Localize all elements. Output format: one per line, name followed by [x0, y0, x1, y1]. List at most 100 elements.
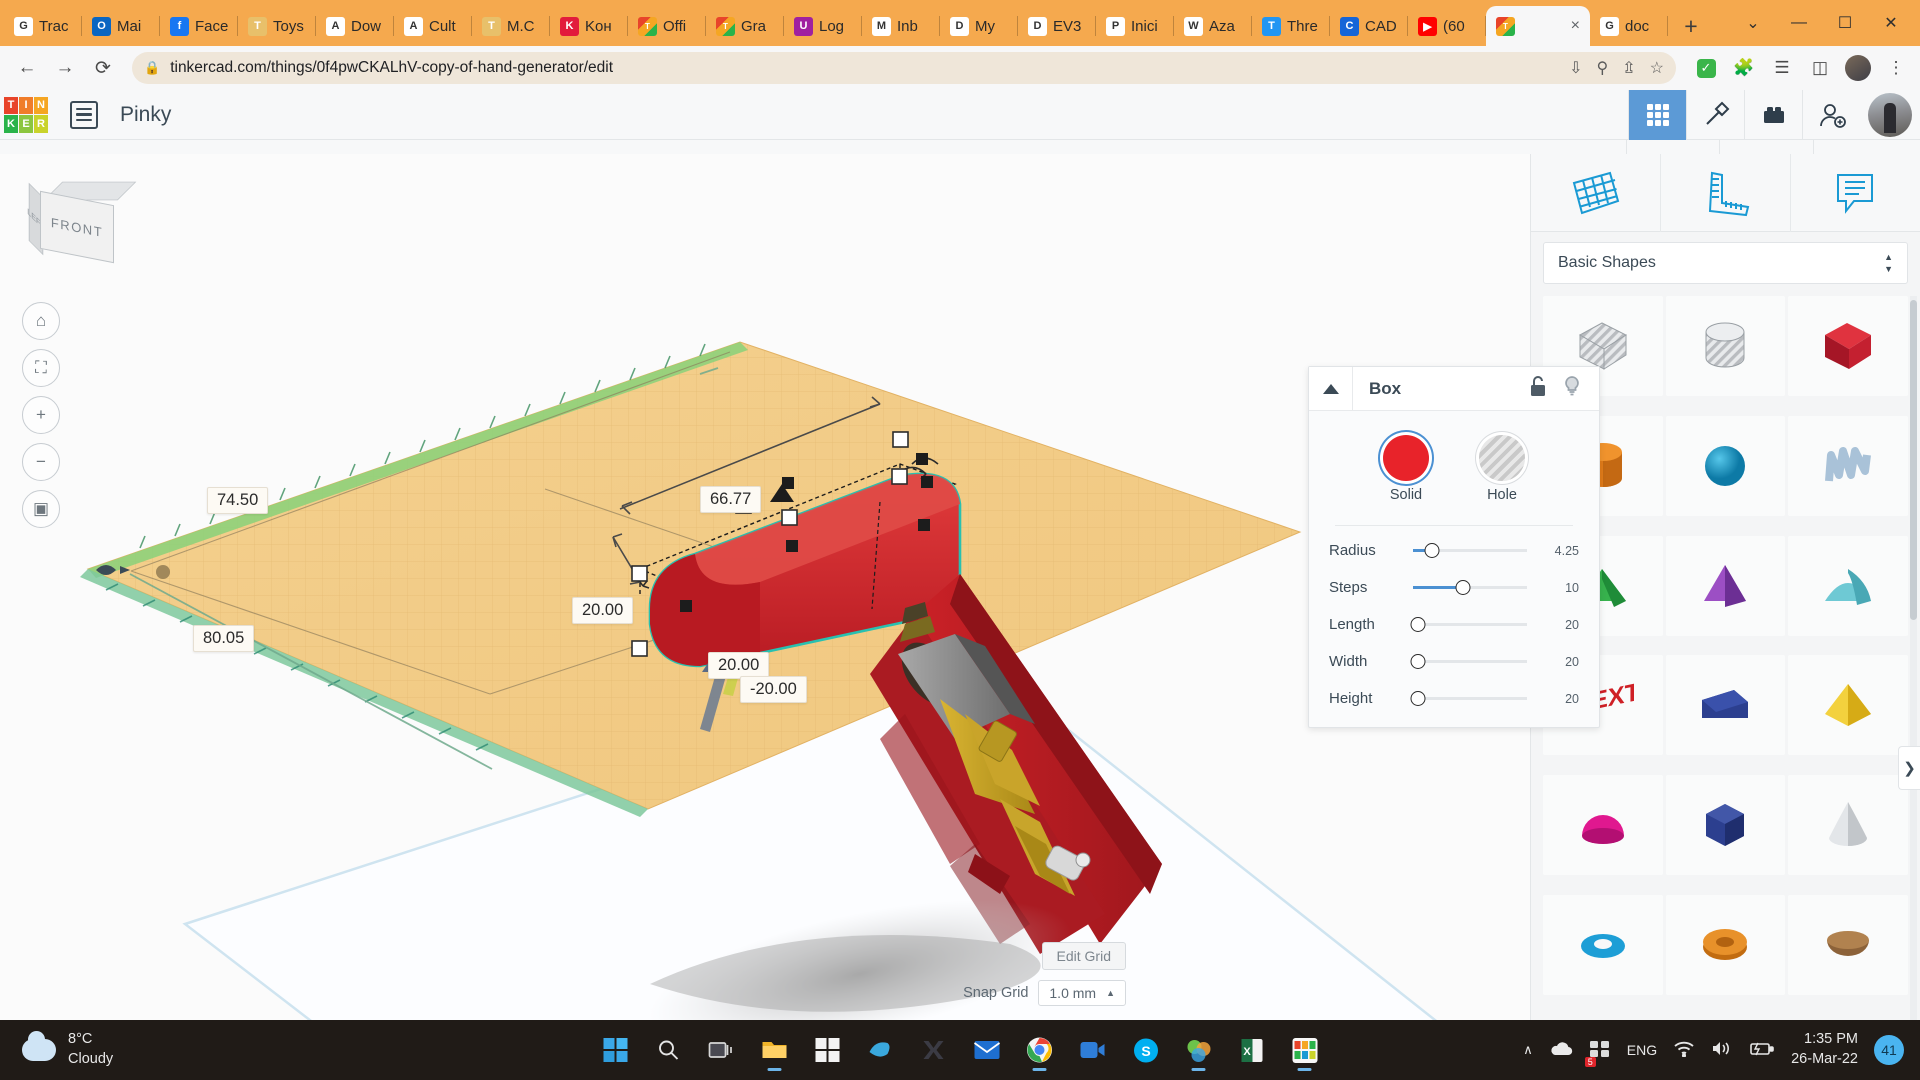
- minimize-button[interactable]: —: [1776, 1, 1822, 45]
- unlocked-padlock-icon[interactable]: [1529, 375, 1547, 402]
- dimension-label[interactable]: 80.05: [193, 625, 254, 652]
- bookmark-star-icon[interactable]: ☆: [1650, 58, 1664, 78]
- weather-widget[interactable]: 8°C Cloudy: [0, 1030, 113, 1069]
- slider-track[interactable]: [1413, 660, 1527, 663]
- wedge-navy-shape[interactable]: [1666, 655, 1786, 755]
- tinkercad-app-icon[interactable]: [1282, 1027, 1328, 1073]
- 3d-canvas[interactable]: LEFT FRONT ⌂ ⛶ + − ▣ 74.5066.7720.0080.0…: [0, 154, 1530, 1020]
- dimension-label[interactable]: 66.77: [700, 486, 761, 513]
- browser-tab[interactable]: PInici: [1096, 6, 1174, 46]
- solid-swatch-option[interactable]: Solid: [1383, 435, 1429, 503]
- task-view-icon[interactable]: [699, 1027, 745, 1073]
- dimension-label[interactable]: 74.50: [207, 487, 268, 514]
- back-button[interactable]: ←: [10, 51, 44, 85]
- video-app-icon[interactable]: [1070, 1027, 1116, 1073]
- excel-icon[interactable]: X: [1229, 1027, 1275, 1073]
- hole-color-swatch[interactable]: [1479, 435, 1525, 481]
- tray-chevron-icon[interactable]: ∧: [1523, 1042, 1533, 1058]
- zoom-in-icon[interactable]: +: [22, 396, 60, 434]
- dolphin-app-icon[interactable]: [858, 1027, 904, 1073]
- brick-blocks-icon[interactable]: [1744, 90, 1802, 140]
- snap-grid-select[interactable]: 1.0 mm ▲: [1038, 980, 1126, 1006]
- slider-track[interactable]: [1413, 549, 1527, 552]
- microsoft-store-icon[interactable]: [805, 1027, 851, 1073]
- photos-icon[interactable]: [1176, 1027, 1222, 1073]
- notification-icon[interactable]: 5: [1589, 1040, 1611, 1061]
- box-red-shape[interactable]: [1788, 296, 1908, 396]
- mail-icon[interactable]: [964, 1027, 1010, 1073]
- hexagon-blue-shape[interactable]: [1666, 775, 1786, 875]
- round-roof-shape[interactable]: [1788, 536, 1908, 636]
- ortho-perspective-icon[interactable]: ▣: [22, 490, 60, 528]
- zoom-icon[interactable]: ⚲: [1597, 58, 1609, 78]
- slider-knob[interactable]: [1410, 691, 1425, 706]
- hole-swatch-option[interactable]: Hole: [1479, 435, 1525, 503]
- shape-grid-scrollbar-thumb[interactable]: [1910, 300, 1917, 620]
- extensions-icon[interactable]: 🧩: [1730, 54, 1758, 82]
- design-menu-button[interactable]: [70, 101, 98, 129]
- browser-tab[interactable]: fFace: [160, 6, 238, 46]
- tray-badge[interactable]: 41: [1874, 1035, 1904, 1065]
- file-explorer-icon[interactable]: [752, 1027, 798, 1073]
- note-callout-icon[interactable]: [1791, 154, 1920, 232]
- add-user-icon[interactable]: [1802, 90, 1860, 140]
- active-tab[interactable]: T×: [1486, 6, 1590, 46]
- maximize-button[interactable]: ☐: [1822, 1, 1868, 45]
- mirror-app-icon[interactable]: [911, 1027, 957, 1073]
- download-icon[interactable]: ⇩: [1569, 58, 1582, 78]
- shape-category-select[interactable]: Basic Shapes ▲▼: [1543, 242, 1908, 284]
- search-icon[interactable]: [646, 1027, 692, 1073]
- clock[interactable]: 1:35 PM 26-Mar-22: [1791, 1030, 1858, 1069]
- view-cube[interactable]: LEFT FRONT: [28, 176, 138, 276]
- new-tab-button[interactable]: +: [1674, 9, 1708, 43]
- profile-avatar-icon[interactable]: [1844, 54, 1872, 82]
- close-window-button[interactable]: ✕: [1868, 1, 1914, 45]
- green-check-icon[interactable]: ✓: [1692, 54, 1720, 82]
- language-indicator[interactable]: ENG: [1627, 1042, 1657, 1058]
- browser-tab[interactable]: ADow: [316, 6, 394, 46]
- codeblocks-hammer-icon[interactable]: [1686, 90, 1744, 140]
- reload-button[interactable]: ⟳: [86, 51, 120, 85]
- start-button-icon[interactable]: [593, 1027, 639, 1073]
- slider-knob[interactable]: [1456, 580, 1471, 595]
- browser-tab[interactable]: DMy: [940, 6, 1018, 46]
- chevron-up-icon[interactable]: [1309, 367, 1353, 411]
- zoom-out-icon[interactable]: −: [22, 443, 60, 481]
- browser-tab[interactable]: Gdoc: [1590, 6, 1668, 46]
- browser-tab[interactable]: CCAD: [1330, 6, 1408, 46]
- browser-tab[interactable]: TOffi: [628, 6, 706, 46]
- browser-tab[interactable]: ACult: [394, 6, 472, 46]
- sphere-blue-shape[interactable]: [1666, 416, 1786, 516]
- slider-knob[interactable]: [1410, 654, 1425, 669]
- browser-tab[interactable]: ULog: [784, 6, 862, 46]
- forward-button[interactable]: →: [48, 51, 82, 85]
- dimension-label[interactable]: -20.00: [740, 676, 807, 703]
- browser-tab[interactable]: TGra: [706, 6, 784, 46]
- home-view-icon[interactable]: ⌂: [22, 302, 60, 340]
- slider-track[interactable]: [1413, 697, 1527, 700]
- tube-orange-shape[interactable]: [1666, 895, 1786, 995]
- chrome-menu-icon[interactable]: ⋮: [1882, 54, 1910, 82]
- speaker-icon[interactable]: [1711, 1040, 1733, 1060]
- browser-tab[interactable]: TM.C: [472, 6, 550, 46]
- slider-knob[interactable]: [1425, 543, 1440, 558]
- dome-magenta-shape[interactable]: [1543, 775, 1663, 875]
- wifi-icon[interactable]: [1673, 1040, 1695, 1060]
- browser-tab[interactable]: DEV3: [1018, 6, 1096, 46]
- browser-tab[interactable]: ▶(60: [1408, 6, 1486, 46]
- browser-tab[interactable]: KKoн: [550, 6, 628, 46]
- dimension-label[interactable]: 20.00: [572, 597, 633, 624]
- cone-grey-shape[interactable]: [1788, 775, 1908, 875]
- half-sphere-brown-shape[interactable]: [1788, 895, 1908, 995]
- torus-blue-shape[interactable]: [1543, 895, 1663, 995]
- browser-tab[interactable]: GTrac: [4, 6, 82, 46]
- chrome-icon[interactable]: [1017, 1027, 1063, 1073]
- pyramid-purple-shape[interactable]: [1666, 536, 1786, 636]
- cylinder-hole-shape[interactable]: [1666, 296, 1786, 396]
- browser-tab[interactable]: MInb: [862, 6, 940, 46]
- battery-charging-icon[interactable]: [1749, 1041, 1775, 1060]
- workplane-grid-icon[interactable]: [1531, 154, 1661, 232]
- tab-search-chevron-icon[interactable]: ⌄: [1730, 1, 1776, 45]
- view-cube-front-face[interactable]: FRONT: [40, 191, 114, 263]
- light-bulb-icon[interactable]: [1563, 375, 1581, 402]
